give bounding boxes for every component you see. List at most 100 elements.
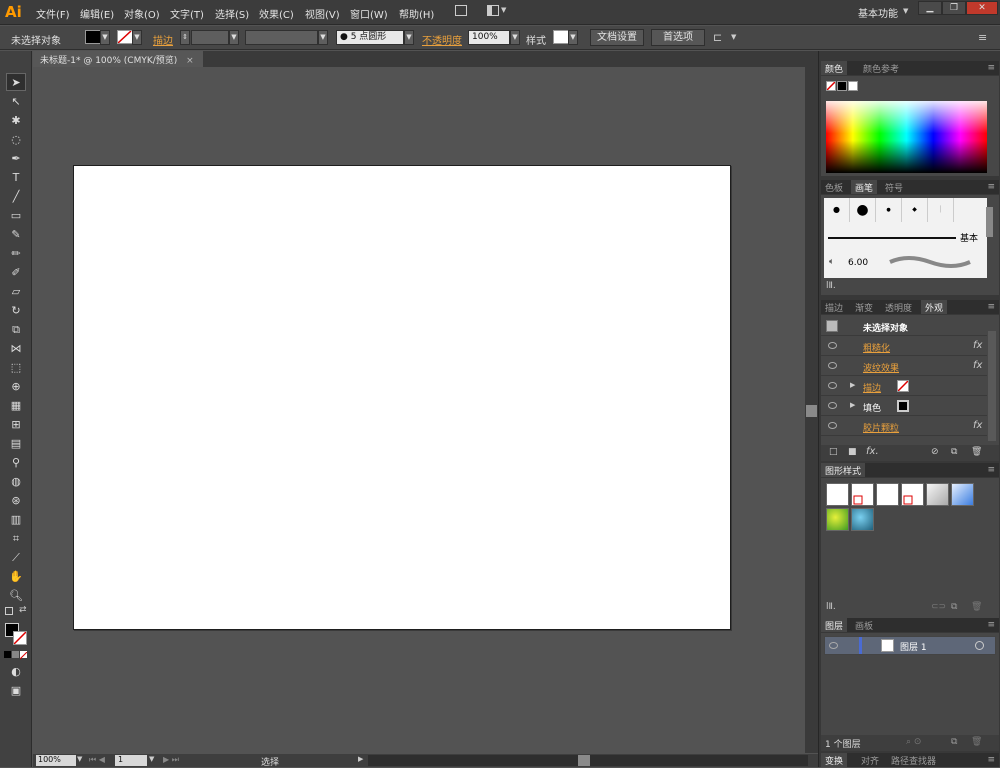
none-color-icon[interactable] [826, 81, 836, 91]
menu-window[interactable]: 窗口(W) [350, 6, 388, 21]
scrollbar-thumb[interactable] [578, 755, 590, 766]
screen-mode-icon[interactable]: ▣ [6, 682, 26, 700]
style-green-texture[interactable] [826, 508, 849, 531]
column-graph-tool-icon[interactable]: ▥ [6, 511, 26, 529]
drawing-mode-icon[interactable]: ◐ [6, 663, 26, 681]
brush-library-icon[interactable]: lⅡ. [826, 281, 836, 291]
new-layer-icon[interactable]: □ [829, 447, 838, 457]
paintbrush-tool-icon[interactable]: ✎ [6, 226, 26, 244]
vertical-scrollbar[interactable] [805, 67, 818, 753]
menu-type[interactable]: 文字(T) [170, 6, 204, 21]
menu-edit[interactable]: 编辑(E) [80, 6, 114, 21]
symbol-sprayer-tool-icon[interactable]: ⊛ [6, 492, 26, 510]
blob-brush-tool-icon[interactable]: ✐ [6, 264, 26, 282]
free-transform-tool-icon[interactable]: ⬚ [6, 359, 26, 377]
color-spectrum[interactable] [826, 101, 987, 173]
perspective-grid-tool-icon[interactable]: ▦ [6, 397, 26, 415]
fill-black-swatch[interactable] [897, 400, 909, 412]
effect-label[interactable]: 粗糙化 [863, 341, 890, 354]
mesh-tool-icon[interactable]: ⊞ [6, 416, 26, 434]
opacity-input[interactable]: 100% [468, 30, 510, 45]
appearance-row[interactable]: ▶ 描边 [821, 377, 987, 396]
variable-width-profile[interactable] [245, 30, 318, 45]
effect-label[interactable]: 胶片颗粒 [863, 421, 899, 434]
style-blue-gradient[interactable] [951, 483, 974, 506]
minimize-button[interactable]: ▁ [918, 1, 942, 15]
stroke-attribute-label[interactable]: 描边 [863, 381, 881, 394]
chalk-brush-stroke[interactable] [886, 254, 974, 270]
stroke-none-swatch[interactable] [897, 380, 909, 392]
eye-icon[interactable] [828, 342, 837, 349]
fill-swatch[interactable] [85, 30, 101, 44]
restore-button[interactable]: ❐ [942, 1, 966, 15]
chevron-down-icon[interactable]: ▼ [731, 33, 736, 41]
style-library-icon[interactable]: lⅡ. [826, 602, 836, 612]
new-style-icon[interactable]: ⧉ [951, 602, 957, 612]
status-menu-icon[interactable]: ▶ [358, 755, 363, 763]
profile-dropdown[interactable]: ▼ [318, 30, 328, 45]
fill-attribute-label[interactable]: 填色 [863, 401, 881, 414]
menu-select[interactable]: 选择(S) [215, 6, 249, 21]
appearance-row[interactable]: 波纹效果 fx [821, 357, 987, 376]
stroke-weight-input[interactable] [191, 30, 229, 45]
eye-icon[interactable] [828, 402, 837, 409]
duplicate-item-icon[interactable]: ⧉ [951, 447, 957, 457]
opacity-dropdown[interactable]: ▼ [510, 30, 520, 45]
tab-transform[interactable]: 变换 [821, 753, 848, 767]
new-layer-icon[interactable]: ⧉ [951, 737, 957, 747]
panel-menu-icon[interactable]: ≡ [987, 620, 995, 630]
brush-dropdown[interactable]: ▼ [404, 30, 414, 45]
menu-file[interactable]: 文件(F) [36, 6, 70, 21]
hand-tool-icon[interactable]: ✋ [6, 568, 26, 586]
document-setup-button[interactable]: 文档设置 [590, 29, 644, 46]
brush-dot-tiny[interactable]: ● [876, 198, 902, 222]
brush-scrollbar[interactable] [986, 207, 993, 237]
preferences-button[interactable]: 首选项 [651, 29, 705, 46]
tab-gradient[interactable]: 渐变 [851, 300, 877, 314]
white-swatch[interactable] [848, 81, 858, 91]
swap-colors-icon[interactable]: ⇄ [19, 605, 27, 615]
eye-icon[interactable] [828, 362, 837, 369]
first-artboard-icon[interactable]: ⏮ ◀ [89, 755, 105, 765]
artboard-tool-icon[interactable]: ⌗ [6, 530, 26, 548]
style-swatch[interactable] [553, 30, 569, 44]
panel-menu-icon[interactable]: ≡ [978, 31, 987, 44]
fill-toggle-icon[interactable]: ■ [848, 447, 857, 457]
layer-row[interactable]: 图层 1 [824, 636, 996, 655]
pen-tool-icon[interactable]: ✒ [6, 150, 26, 168]
appearance-scrollbar[interactable] [988, 331, 996, 441]
brush-calligraphic[interactable]: ◆ [902, 198, 928, 222]
stroke-color-box[interactable] [13, 631, 27, 645]
panel-menu-icon[interactable]: ≡ [987, 302, 995, 312]
magic-wand-tool-icon[interactable]: ✱ [6, 112, 26, 130]
tab-appearance[interactable]: 外观 [921, 300, 948, 314]
tab-align[interactable]: 对齐 [857, 753, 883, 767]
width-tool-icon[interactable]: ⋈ [6, 340, 26, 358]
rectangle-tool-icon[interactable]: ▭ [6, 207, 26, 225]
black-swatch[interactable] [837, 81, 847, 91]
tab-transparency[interactable]: 透明度 [881, 300, 916, 314]
arrange-documents-icon[interactable] [487, 5, 499, 16]
eye-icon[interactable] [828, 422, 837, 429]
locate-object-icon[interactable]: ⌕ ⊙ [906, 737, 921, 747]
eye-icon[interactable] [829, 642, 838, 649]
eye-icon[interactable] [828, 382, 837, 389]
tab-stroke[interactable]: 描边 [821, 300, 847, 314]
eyedropper-tool-icon[interactable]: ⚲ [6, 454, 26, 472]
chevron-down-icon[interactable]: ▼ [149, 755, 154, 763]
default-colors-icon[interactable] [5, 607, 13, 615]
line-segment-tool-icon[interactable]: ╱ [6, 188, 26, 206]
style-white[interactable] [876, 483, 899, 506]
panel-menu-icon[interactable]: ≡ [987, 465, 995, 475]
artboard[interactable] [73, 165, 731, 630]
clear-appearance-icon[interactable]: ⊘ [931, 447, 939, 457]
stroke-weight-dropdown[interactable]: ▼ [229, 30, 239, 45]
opacity-label[interactable]: 不透明度 [422, 32, 462, 47]
style-blue-texture[interactable] [851, 508, 874, 531]
gradient-mode-icon[interactable] [12, 651, 19, 658]
appearance-row[interactable]: ▶ 填色 [821, 397, 987, 416]
expand-triangle-icon[interactable]: ▶ [850, 401, 855, 409]
transform-icon[interactable]: ⊏ [713, 31, 722, 44]
fill-dropdown[interactable]: ▼ [100, 30, 110, 45]
expand-triangle-icon[interactable]: ▶ [850, 381, 855, 389]
